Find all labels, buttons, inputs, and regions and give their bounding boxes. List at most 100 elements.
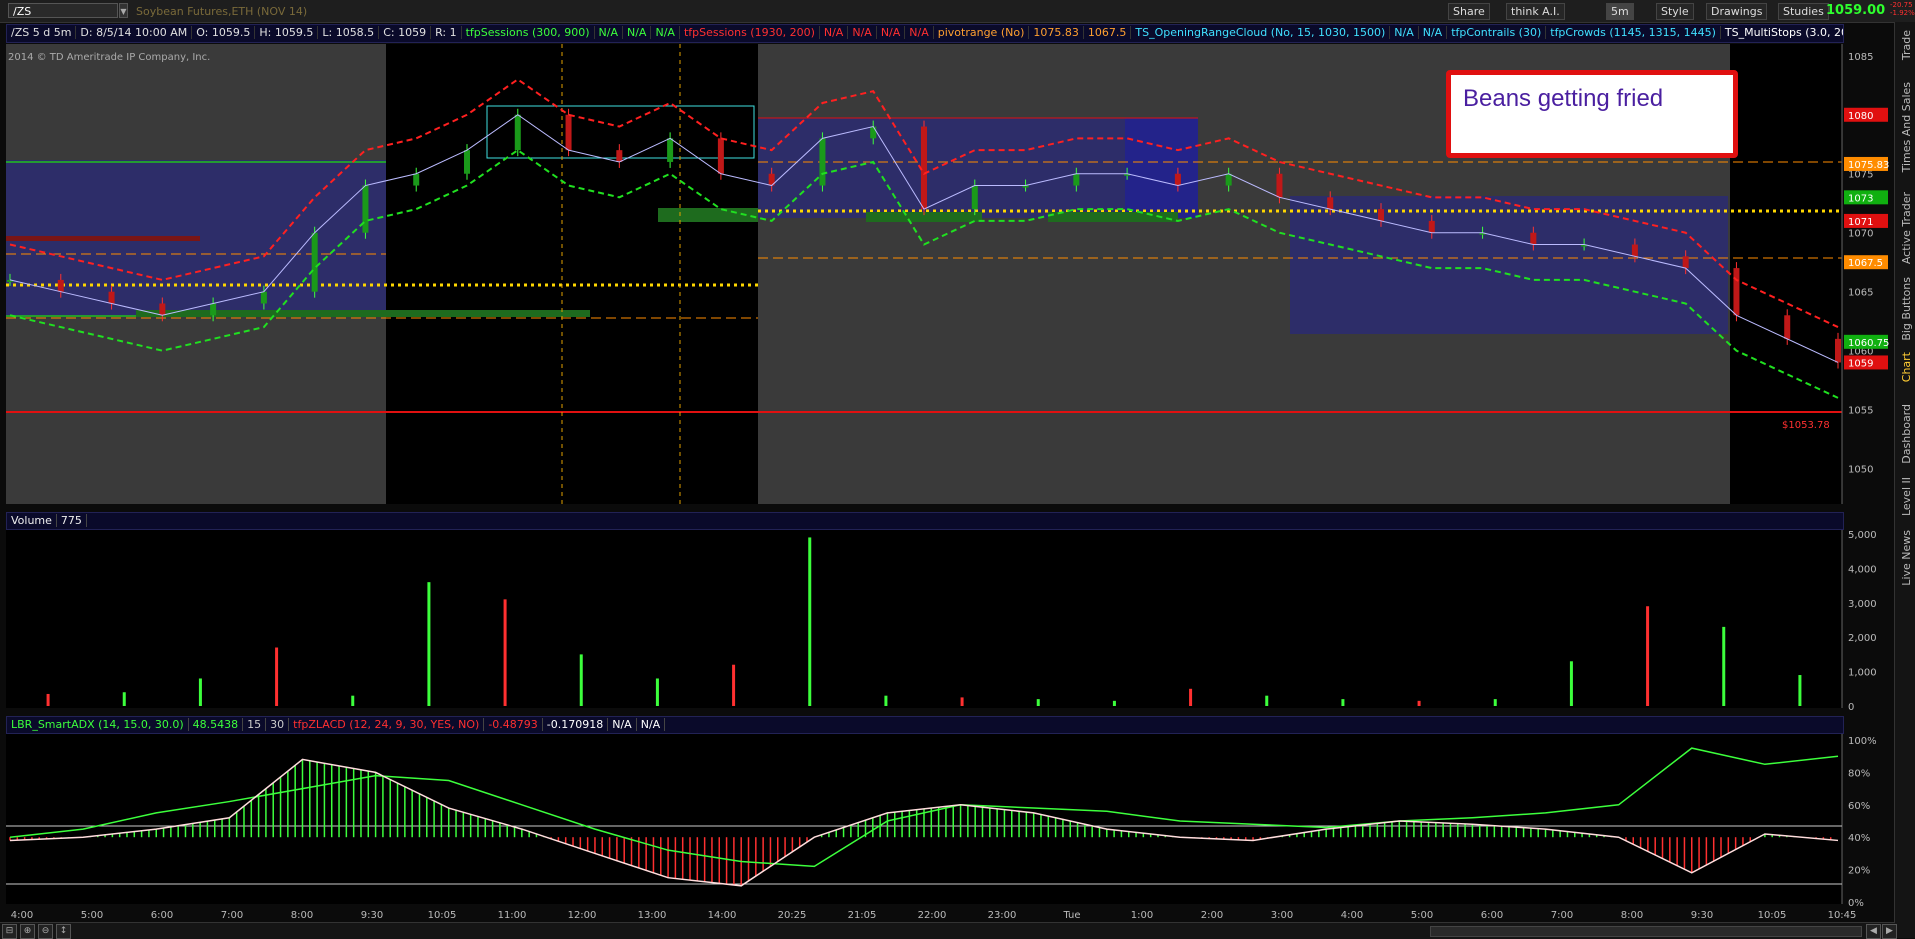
time-tick: 2:00: [1201, 910, 1223, 921]
volume-bar: [1798, 675, 1802, 706]
candle-body: [971, 185, 978, 210]
candle-body: [565, 114, 572, 151]
candle-body: [819, 138, 826, 186]
annotation-text: Beans getting fried: [1463, 85, 1664, 112]
time-axis: 4:00 5:00 6:00 7:00 8:00 9:30 10:05 11:00 12:00 1…: [11, 910, 1857, 921]
indicator-tick: 60%: [1848, 801, 1870, 812]
candle-body: [57, 279, 64, 292]
indicator-header-item: N/A: [636, 718, 666, 731]
volume-bar: [1189, 688, 1193, 706]
candle-body: [1276, 173, 1283, 198]
time-tick: 8:00: [291, 910, 313, 921]
time-tick: 6:00: [1481, 910, 1503, 921]
zoom-in-icon[interactable]: ⊕: [20, 924, 35, 939]
volume-bar: [1265, 695, 1269, 706]
time-tick: 1:00: [1131, 910, 1153, 921]
volume-value: 775: [56, 514, 87, 527]
candle-body: [1530, 232, 1537, 245]
time-tick: Tue: [1062, 910, 1080, 921]
price-badge-label: 1075.83: [1848, 160, 1889, 171]
time-tick: 7:00: [221, 910, 243, 921]
price-tick: 1055: [1848, 406, 1873, 417]
volume-bar: [351, 695, 355, 706]
sidebar-tab-dashboard[interactable]: Dashboard: [1900, 404, 1913, 464]
volume-header: Volume 775: [6, 512, 1844, 530]
session-regular-2: [1730, 44, 1842, 504]
volume-bar: [1493, 699, 1497, 706]
candle-body: [1378, 209, 1384, 221]
price-badge-label: 1060.75: [1848, 338, 1889, 349]
volume-bar: [122, 692, 126, 706]
sidebar-tab-level-ii[interactable]: Level II: [1900, 477, 1913, 516]
volume-bar: [960, 697, 964, 706]
volume-bar: [655, 678, 659, 706]
indicator-tick: 20%: [1848, 866, 1870, 877]
volume-bar: [1722, 626, 1726, 706]
session-regular-1: [386, 44, 758, 504]
price-badge-label: 1059: [1848, 358, 1873, 369]
volume-bar: [884, 695, 888, 706]
price-tick: 1085: [1848, 52, 1873, 63]
time-tick: 20:25: [778, 910, 807, 921]
candle-body: [1631, 244, 1638, 257]
volume-bar: [732, 664, 736, 706]
volume-axis: 5,000 4,000 3,000 2,000 1,000 0: [1848, 530, 1877, 713]
time-tick: 5:00: [1411, 910, 1433, 921]
volume-label: Volume: [7, 514, 57, 527]
indicator-tick: 40%: [1848, 833, 1870, 844]
candle-body: [1225, 173, 1232, 186]
scroll-right-icon[interactable]: ▶: [1882, 924, 1897, 939]
price-badge-label: 1080: [1848, 111, 1873, 122]
sidebar-tab-times-and-sales[interactable]: Times And Sales: [1900, 82, 1913, 172]
scroll-left-icon[interactable]: ◀: [1866, 924, 1881, 939]
candle-body: [260, 291, 267, 304]
candle-body: [1428, 220, 1435, 233]
candle-body: [717, 138, 724, 174]
indicator-header-item: N/A: [608, 718, 637, 731]
volume-bar: [275, 647, 279, 706]
price-tick: 1075: [1848, 170, 1873, 181]
indicator-axis: 100% 80% 60% 40% 20% 0%: [1848, 736, 1877, 909]
copyright-text: 2014 © TD Ameritrade IP Company, Inc.: [8, 52, 211, 63]
opening-range-cloud-3: [1125, 118, 1198, 218]
indicator-header: LBR_SmartADX (14, 15.0, 30.0) 48.5438 15 30…: [6, 716, 1844, 734]
sidebar-tab-active-trader[interactable]: Active Trader: [1900, 192, 1913, 264]
indicator-header-item: -0.170918: [542, 718, 609, 731]
time-tick: 5:00: [81, 910, 103, 921]
bottom-toolbar: ⊟ ⊕ ⊖ ↕ ◀ ▶: [0, 922, 1897, 939]
time-tick: 8:00: [1621, 910, 1643, 921]
time-tick: 3:00: [1271, 910, 1293, 921]
pan-icon[interactable]: ↕: [56, 924, 71, 939]
indicator-tick: 0%: [1848, 898, 1864, 909]
sidebar-tab-big-buttons[interactable]: Big Buttons: [1900, 277, 1913, 341]
time-tick: 22:00: [918, 910, 947, 921]
price-badge-label: 1067.5: [1848, 258, 1883, 269]
annotation-box[interactable]: Beans getting fried: [1446, 70, 1738, 158]
candle-body: [1784, 315, 1791, 339]
time-tick: 6:00: [151, 910, 173, 921]
volume-bar: [198, 678, 202, 706]
indicator-header-item: 48.5438: [188, 718, 244, 731]
price-tick: 1065: [1848, 288, 1873, 299]
candle-body: [921, 126, 927, 210]
volume-bar: [503, 599, 507, 706]
sidebar-tab-chart[interactable]: Chart: [1900, 352, 1913, 382]
candle-body: [210, 303, 217, 316]
right-sidebar: Trade Times And Sales Active Trader Big But…: [1894, 22, 1915, 938]
time-tick: 12:00: [568, 910, 597, 921]
volume-tick: 3,000: [1848, 599, 1877, 610]
zoom-out-icon[interactable]: ⊖: [38, 924, 53, 939]
volume-tick: 4,000: [1848, 564, 1877, 575]
drawing-tool-icon[interactable]: ⊟: [2, 924, 17, 939]
price-badge-label: 1073: [1848, 193, 1873, 204]
volume-bar: [46, 693, 50, 706]
horizontal-scrollbar[interactable]: [1430, 926, 1862, 937]
sidebar-tab-live-news[interactable]: Live News: [1900, 530, 1913, 586]
opening-range-cloud-4: [1290, 196, 1728, 334]
volume-bar: [427, 582, 431, 706]
indicator-tick: 80%: [1848, 768, 1870, 779]
time-tick: 9:30: [361, 910, 383, 921]
time-tick: 13:00: [638, 910, 667, 921]
volume-bar: [579, 654, 583, 706]
sidebar-tab-trade[interactable]: Trade: [1900, 30, 1913, 60]
